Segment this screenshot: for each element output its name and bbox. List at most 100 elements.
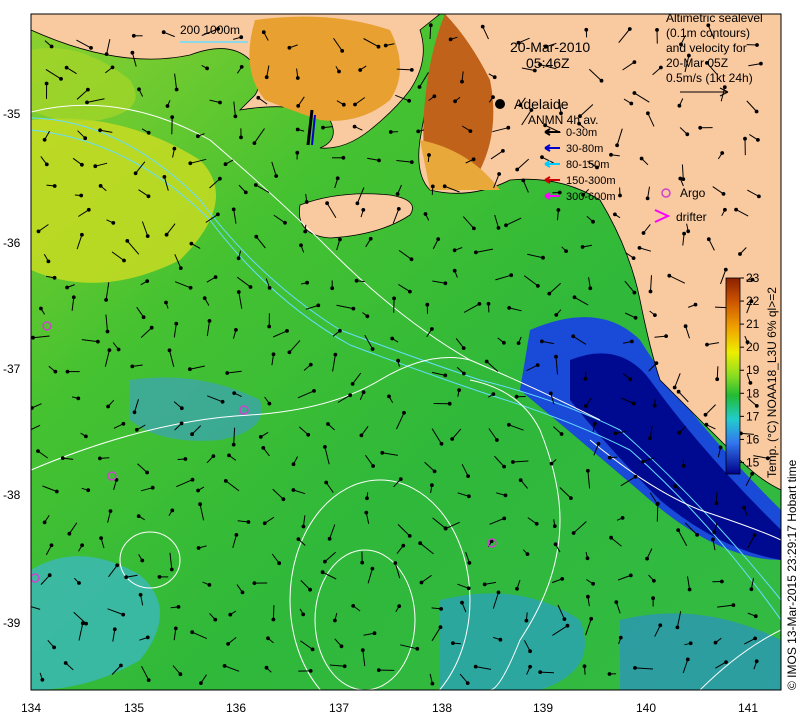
velocity-arrow-head [548, 391, 553, 396]
lon-tick-label: 138 [432, 701, 452, 715]
colorbar-tick-label: 19 [746, 363, 760, 377]
velocity-arrow-head [223, 479, 228, 483]
velocity-arrow-head [190, 630, 195, 635]
velocity-arrow-head [586, 594, 590, 599]
velocity-arrow-head [119, 663, 123, 668]
colorbar-tick-label: 23 [746, 271, 760, 285]
velocity-arrow-head [211, 454, 216, 459]
velocity-arrow-head [295, 150, 300, 155]
velocity-arrow-head [556, 208, 561, 212]
velocity-arrow-head [498, 637, 503, 642]
velocity-arrow-head [486, 301, 491, 306]
velocity-arrow-head [341, 155, 346, 160]
velocity-arrow-head [452, 268, 457, 273]
lat-tick-label: -36 [3, 236, 21, 250]
velocity-arrow-head [321, 125, 325, 130]
velocity-arrow-head [137, 87, 141, 92]
velocity-arrow-head [695, 533, 699, 537]
velocity-arrow-head [495, 438, 499, 442]
velocity-arrow-head [146, 194, 151, 199]
velocity-arrow-head [388, 130, 393, 134]
velocity-arrow-head [64, 65, 69, 70]
velocity-arrow-head [132, 410, 137, 415]
velocity-arrow-head [677, 430, 682, 435]
velocity-arrow-head [502, 464, 507, 469]
velocity-arrow-head [731, 603, 736, 607]
velocity-arrow-head [639, 156, 644, 161]
velocity-arrow-head [534, 521, 539, 526]
velocity-arrow-head [430, 483, 434, 488]
velocity-arrow-head [645, 196, 650, 201]
velocity-arrow-head [138, 592, 143, 597]
velocity-arrow-head [599, 78, 604, 83]
velocity-arrow-head [305, 280, 310, 285]
velocity-arrow-head [213, 275, 218, 280]
velocity-arrow-head [79, 193, 84, 198]
velocity-arrow-head [507, 306, 512, 310]
velocity-arrow-head [409, 68, 414, 72]
velocity-arrow-head [136, 514, 141, 518]
velocity-arrow-head [653, 313, 657, 318]
anmn-legend-label: 300-600m [566, 191, 616, 203]
velocity-arrow-head [353, 102, 357, 107]
velocity-arrow-head [439, 441, 444, 446]
velocity-arrow-head [330, 286, 335, 291]
velocity-arrow-head [672, 385, 677, 390]
velocity-arrow-head [462, 371, 466, 376]
velocity-arrow-head [220, 399, 225, 404]
altimetry-line: 20-Mar 05Z [666, 56, 728, 70]
velocity-arrow-head [687, 587, 692, 592]
velocity-arrow-head [355, 201, 360, 206]
velocity-arrow-head [681, 463, 686, 468]
velocity-arrow-head [615, 143, 619, 148]
velocity-arrow-head [170, 508, 175, 513]
velocity-arrow-head [468, 129, 473, 134]
velocity-arrow-head [586, 468, 590, 473]
velocity-arrow-head [145, 234, 150, 239]
velocity-arrow-head [173, 626, 178, 631]
velocity-arrow-head [239, 135, 243, 140]
lon-tick-label: 135 [124, 701, 144, 715]
velocity-arrow-head [233, 114, 238, 119]
velocity-arrow-head [196, 134, 200, 139]
velocity-arrow-head [648, 436, 652, 441]
velocity-arrow-head [425, 302, 430, 307]
velocity-arrow-head [364, 510, 369, 515]
velocity-arrow-head [571, 334, 576, 339]
velocity-arrow-head [676, 528, 681, 532]
velocity-arrow-head [287, 350, 292, 355]
anmn-legend-title: ANMN 4h av. [528, 113, 598, 127]
velocity-arrow-head [705, 342, 709, 347]
velocity-arrow-head [267, 401, 272, 406]
velocity-arrow-head [372, 631, 377, 636]
velocity-arrow-head [511, 460, 515, 464]
velocity-arrow-head [213, 617, 218, 622]
velocity-arrow-head [528, 649, 532, 654]
anmn-legend-label: 0-30m [566, 127, 597, 139]
velocity-arrow-head [721, 192, 726, 196]
velocity-arrow-head [380, 450, 385, 455]
velocity-arrow-head [174, 321, 179, 326]
velocity-arrow-head [140, 558, 145, 563]
velocity-arrow-head [753, 636, 757, 641]
velocity-arrow-head [457, 388, 462, 393]
velocity-arrow-head [226, 642, 231, 646]
velocity-arrow-head [262, 521, 267, 526]
colorbar-tick-label: 18 [746, 386, 760, 400]
velocity-arrow-head [196, 546, 201, 550]
velocity-arrow-head [756, 138, 760, 142]
velocity-arrow-head [25, 430, 28, 433]
velocity-arrow-head [157, 575, 162, 579]
velocity-arrow-head [376, 44, 381, 49]
velocity-arrow-head [417, 85, 422, 89]
velocity-arrow-head [121, 612, 126, 617]
velocity-arrow-head [554, 354, 558, 359]
map-date: 20-Mar-2010 [510, 39, 590, 55]
velocity-arrow-head [496, 226, 501, 230]
velocity-arrow-head [261, 30, 266, 35]
velocity-arrow-head [351, 306, 356, 311]
velocity-arrow [716, 366, 719, 380]
velocity-arrow-head [253, 183, 258, 187]
sst-map: 134 135 136 137 138 139 140 141 -35 -36 … [3, 11, 799, 715]
velocity-arrow-head [306, 432, 311, 437]
